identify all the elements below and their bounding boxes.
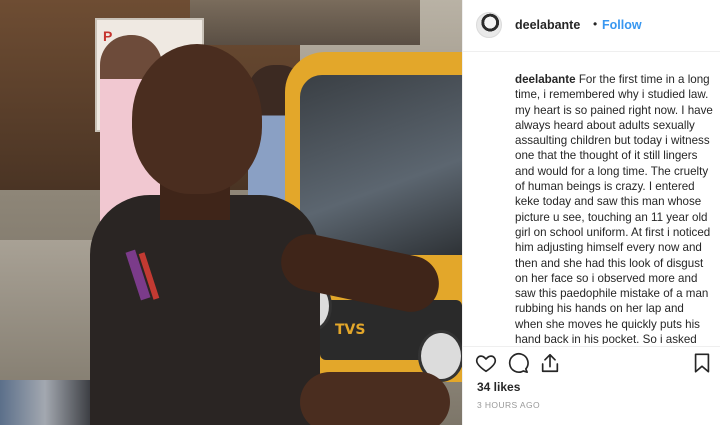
action-bar	[475, 352, 715, 376]
post-caption: deelabante For the first time in a long …	[515, 72, 713, 344]
photo-brand-text: TVS	[335, 322, 366, 338]
username-link[interactable]: deelabante	[515, 18, 580, 32]
follow-button[interactable]: Follow	[602, 18, 642, 32]
avatar[interactable]	[476, 12, 502, 38]
photo-man-head	[132, 44, 262, 194]
caption-text: For the first time in a long time, i rem…	[515, 73, 713, 344]
likes-count[interactable]: 34 likes	[477, 380, 520, 394]
separator-dot: •	[593, 17, 598, 31]
photo-windshield	[300, 75, 462, 255]
share-icon[interactable]	[539, 352, 561, 374]
post-header: deelabante • Follow	[463, 0, 720, 52]
instagram-post: P TVS deelabante • Follow deelabante For…	[0, 0, 720, 425]
photo-roof	[190, 0, 420, 45]
photo-man-hand	[300, 372, 450, 425]
post-timestamp[interactable]: 3 HOURS AGO	[477, 400, 540, 410]
post-side-panel: deelabante • Follow deelabante For the f…	[462, 0, 720, 425]
comment-icon[interactable]	[507, 352, 529, 374]
caption-username-link[interactable]: deelabante	[515, 73, 576, 86]
photo-man-shirt	[90, 195, 320, 425]
heart-icon[interactable]	[475, 352, 497, 374]
post-photo[interactable]: P TVS	[0, 0, 462, 425]
photo-trash	[0, 380, 90, 425]
bookmark-icon[interactable]	[691, 352, 713, 374]
divider	[463, 346, 720, 347]
